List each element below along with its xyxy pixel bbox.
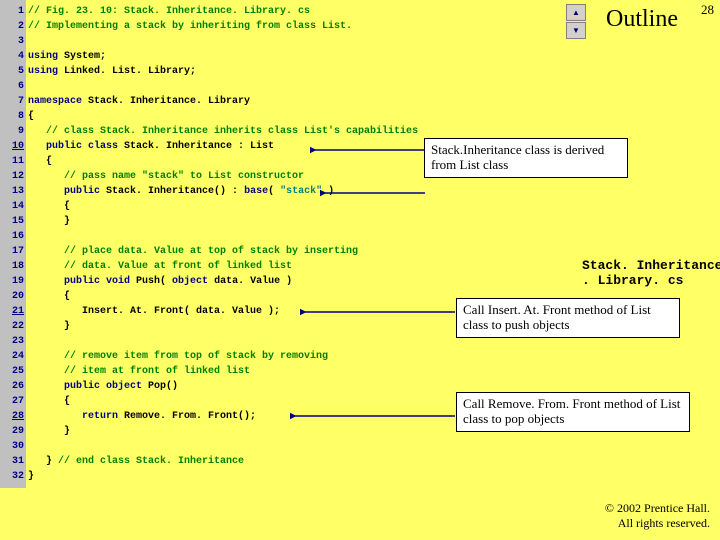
page-number: 28 [701,2,714,18]
code-listing: // Fig. 23. 10: Stack. Inheritance. Libr… [28,4,418,484]
outline-heading: Outline [606,6,678,33]
line-number-gutter: 1234567891011121314151617181920212223242… [0,0,26,488]
scroll-up-button[interactable] [566,4,586,21]
copyright: © 2002 Prentice Hall. All rights reserve… [605,501,710,530]
file-label: Stack. Inheritance . Library. cs [582,258,720,288]
callout-push: Call Insert. At. Front method of List cl… [456,298,680,338]
scroll-down-button[interactable] [566,22,586,39]
callout-inheritance: Stack.Inheritance class is derived from … [424,138,628,178]
callout-pop: Call Remove. From. Front method of List … [456,392,690,432]
